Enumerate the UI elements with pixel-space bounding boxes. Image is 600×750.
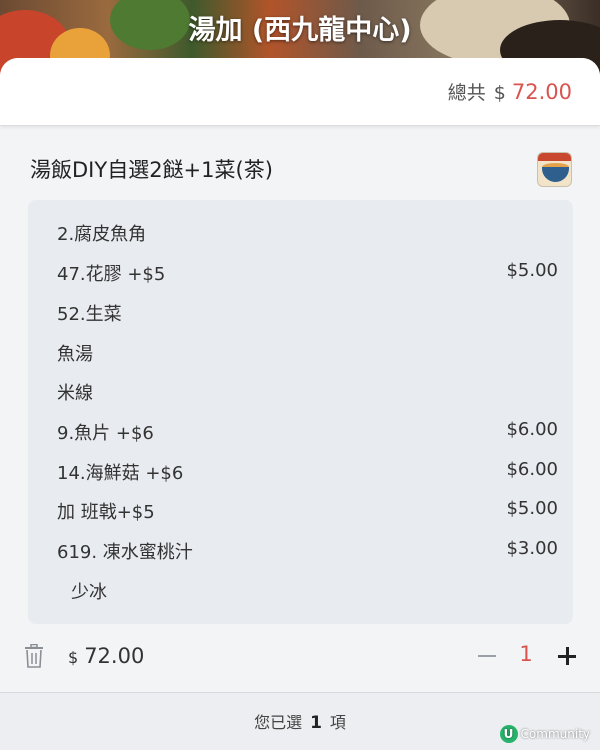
option-row: 52.生菜: [28, 292, 573, 332]
food-bowl-icon[interactable]: [537, 152, 572, 187]
option-row: 47.花膠 +$5 $5.00: [28, 252, 573, 292]
option-name: 47.花膠 +$5: [57, 264, 166, 285]
cart-item-header: 湯飯DIY自選2餸+1菜(茶): [0, 126, 600, 200]
option-row: 米線: [28, 371, 573, 411]
option-row: 14.海鮮菇 +$6 $6.00: [28, 451, 573, 491]
option-name: 619. 凍水蜜桃汁: [57, 542, 193, 563]
option-name: 2.腐皮魚角: [57, 224, 147, 245]
cart-item-footer: $ 72.00 1: [0, 638, 600, 678]
item-line-total: $ 72.00: [68, 644, 144, 668]
selected-suffix: 項: [329, 713, 346, 732]
option-row: 少冰: [28, 570, 573, 610]
option-price: $5.00: [506, 498, 558, 519]
option-row: 加 班戟+$5 $5.00: [28, 490, 573, 530]
line-total-value: 72.00: [84, 644, 145, 668]
selected-prefix: 您已選: [254, 713, 303, 732]
option-name: 魚湯: [57, 344, 93, 365]
option-name: 少冰: [71, 582, 107, 603]
total-label: 總共: [447, 82, 486, 104]
cart-sheet: 總共 $ 72.00 湯飯DIY自選2餸+1菜(茶) 2.腐皮魚角 47.花膠 …: [0, 58, 600, 750]
option-row: 619. 凍水蜜桃汁 $3.00: [28, 530, 573, 570]
trash-icon[interactable]: [24, 643, 44, 668]
item-title: 湯飯DIY自選2餸+1菜(茶): [30, 158, 273, 182]
item-options-list: 2.腐皮魚角 47.花膠 +$5 $5.00 52.生菜 魚湯 米線 9.魚片 …: [28, 200, 573, 624]
option-name: 14.海鮮菇 +$6: [57, 463, 184, 484]
total-value: 72.00: [511, 80, 572, 104]
option-price: $6.00: [506, 419, 558, 440]
option-row: 2.腐皮魚角: [28, 212, 573, 252]
plus-icon[interactable]: [556, 642, 578, 670]
minus-icon[interactable]: [476, 642, 498, 670]
total-currency: $: [493, 82, 506, 104]
selection-summary-bar[interactable]: 您已選 1 項 U Community: [0, 692, 600, 750]
option-price: $5.00: [506, 260, 558, 281]
restaurant-name: 湯加 (西九龍中心): [188, 15, 412, 46]
quantity-value: 1: [519, 642, 533, 666]
watermark: U Community: [499, 725, 590, 743]
option-name: 加 班戟+$5: [57, 502, 155, 523]
option-name: 52.生菜: [57, 304, 122, 325]
line-currency: $: [68, 648, 79, 667]
option-row: 9.魚片 +$6 $6.00: [28, 411, 573, 451]
option-name: 9.魚片 +$6: [57, 423, 154, 444]
option-row: 魚湯: [28, 332, 573, 372]
total-bar: 總共 $ 72.00: [0, 58, 600, 126]
order-total: 總共 $ 72.00: [448, 78, 572, 105]
selected-count: 1: [310, 713, 322, 733]
option-name: 米線: [57, 383, 93, 404]
watermark-text: Community: [520, 727, 590, 741]
community-logo-icon: U: [499, 725, 518, 743]
option-price: $3.00: [506, 538, 558, 559]
option-price: $6.00: [506, 459, 558, 480]
